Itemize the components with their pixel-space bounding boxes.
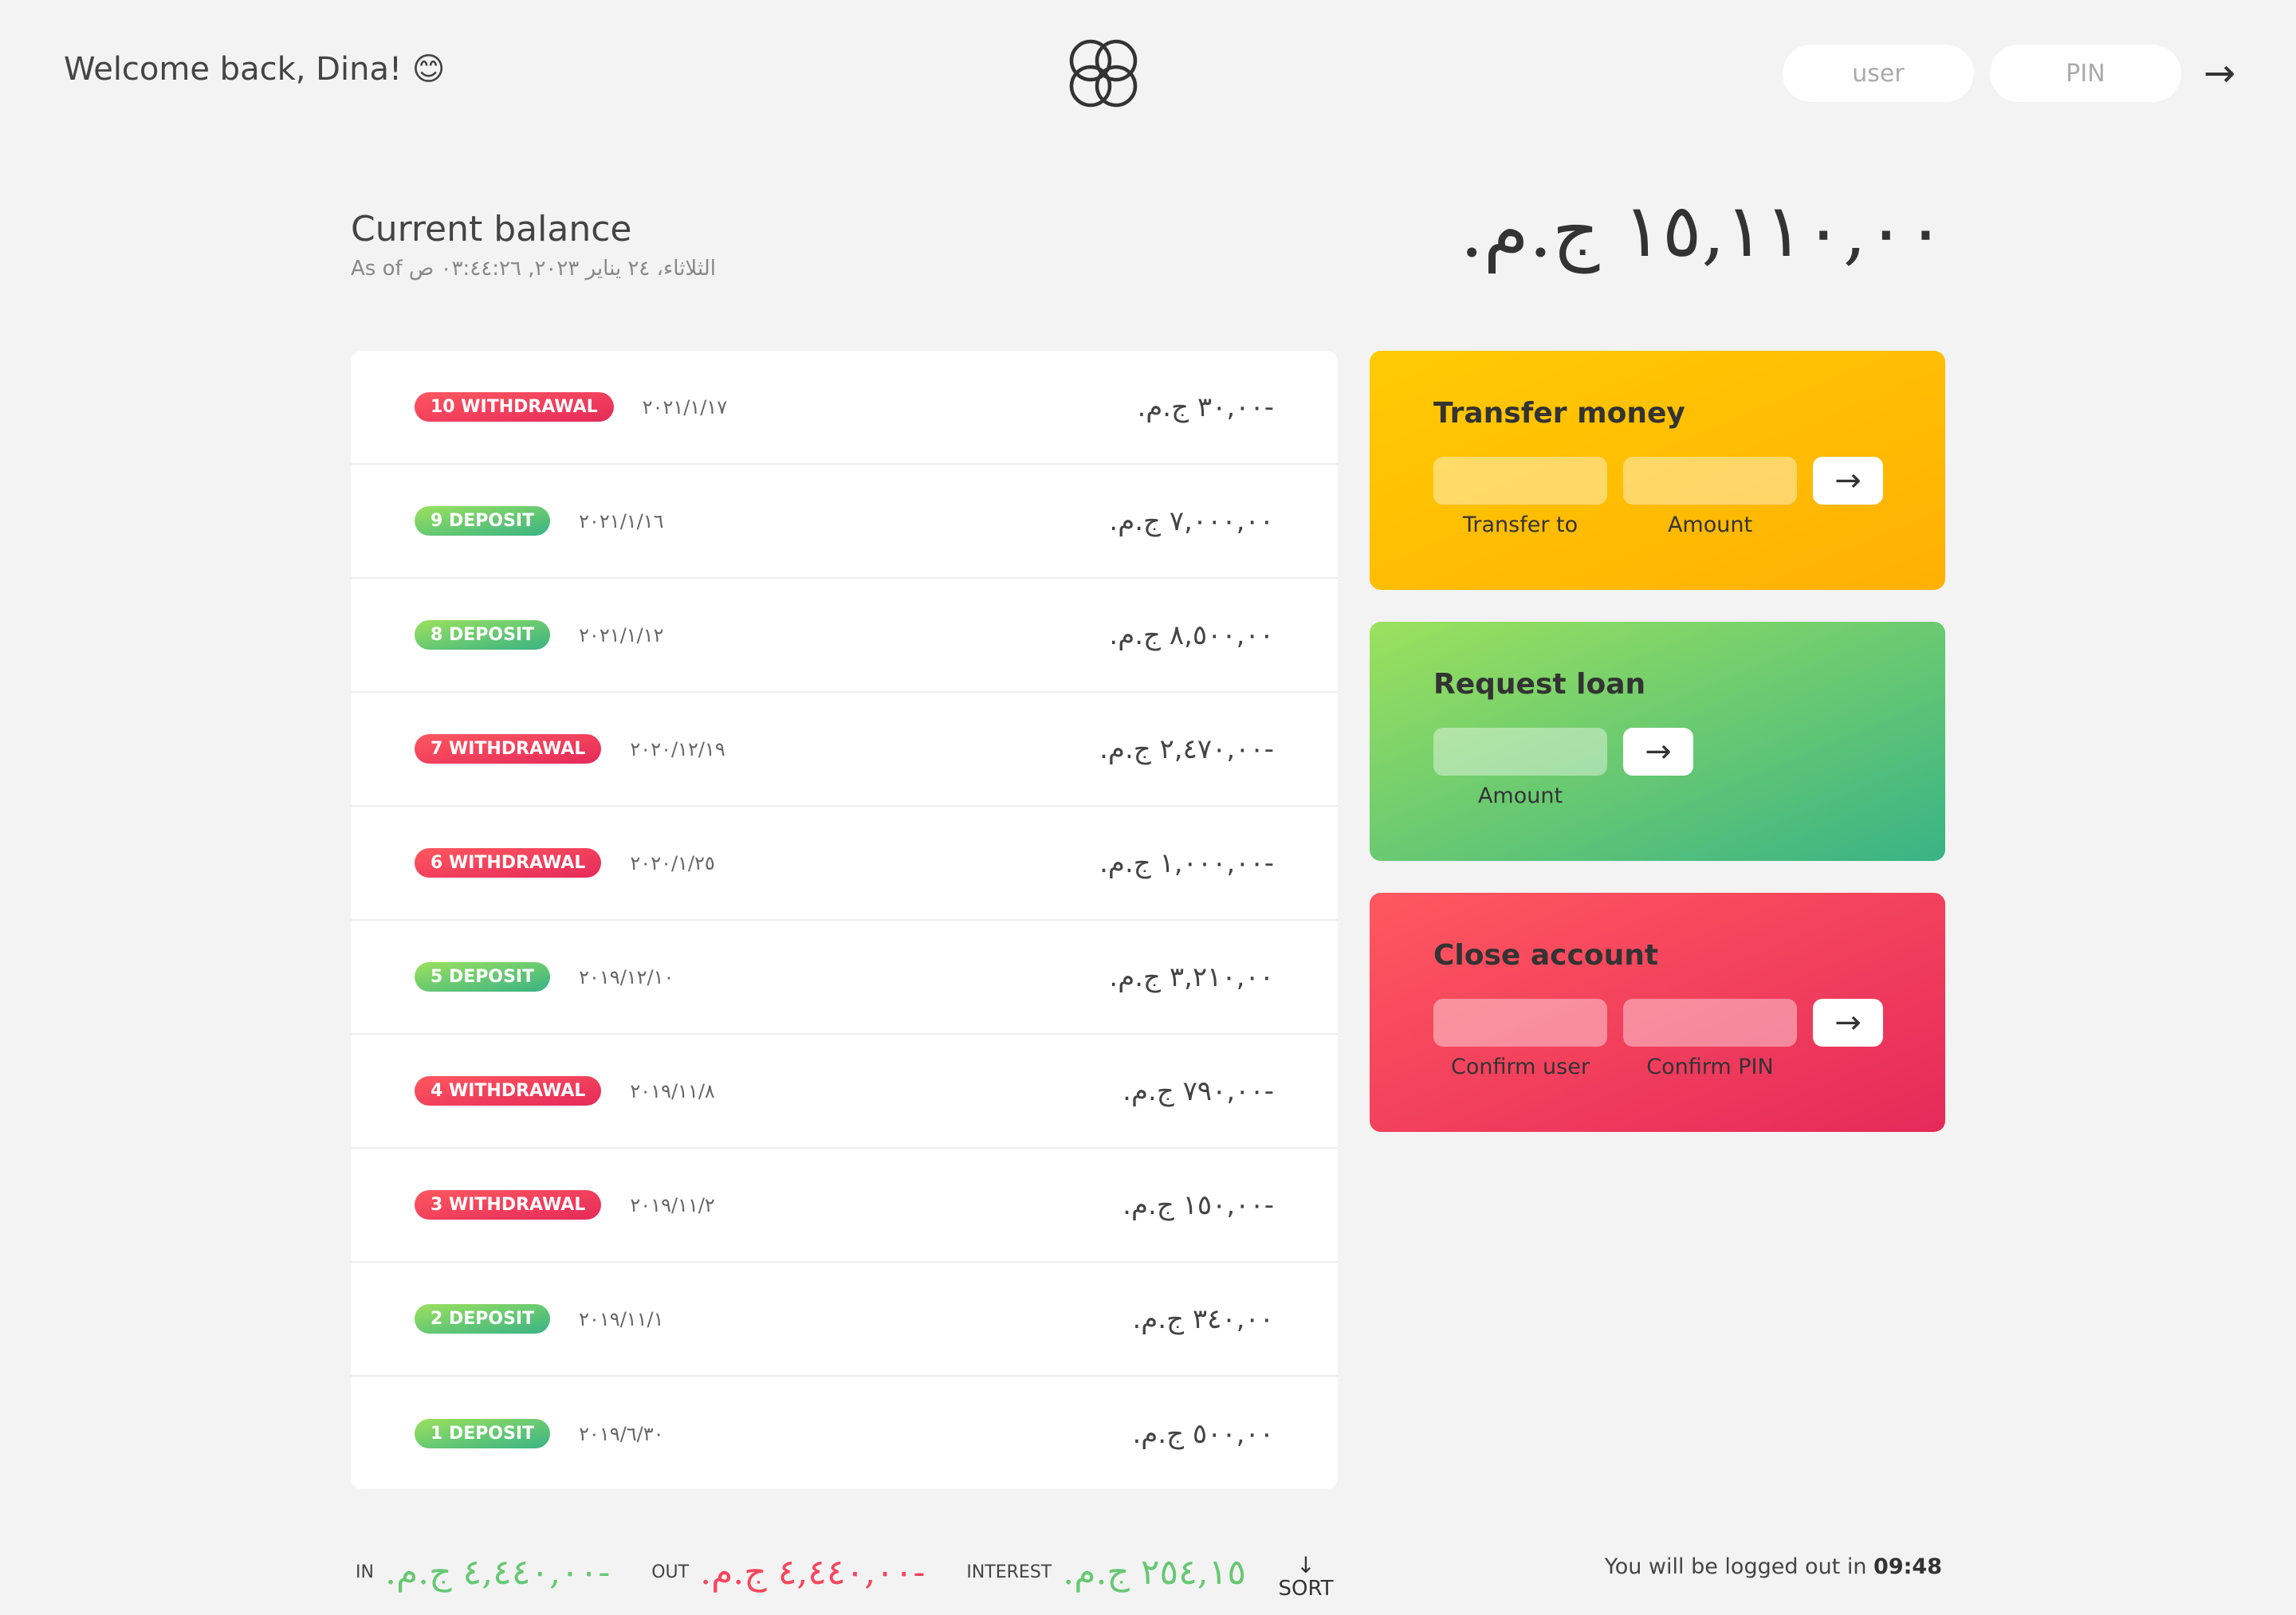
movement-date: ٢٠٢٠/١/٢٥ [630, 851, 715, 874]
logout-timer: You will be logged out in 09:48 [1605, 1554, 1942, 1579]
movement-row: 2 deposit ٢٠١٩/١١/١ ٣٤٠,٠٠ ج.م. [351, 1263, 1338, 1377]
logout-timer-text: You will be logged out in [1604, 1554, 1874, 1579]
summary-out-label: Out [651, 1562, 690, 1582]
movement-value: ٣,٢١٠,٠٠ ج.م. [1109, 961, 1274, 993]
movement-row: 3 withdrawal ٢٠١٩/١١/٢ -١٥٠,٠٠ ج.م. [351, 1149, 1338, 1263]
close-account-panel: Close account → Confirm user Confirm PIN [1370, 893, 1945, 1132]
movement-type-badge: 2 deposit [415, 1304, 551, 1334]
login-button[interactable]: → [2194, 48, 2245, 99]
movement-date: ٢٠٢١/١/١٢ [579, 623, 664, 646]
movement-value: ٥٠٠,٠٠ ج.م. [1132, 1417, 1274, 1450]
movement-date: ٢٠٢١/١/١٦ [579, 509, 664, 532]
sort-arrow-icon: ↓ [1296, 1552, 1315, 1578]
movement-type-badge: 9 deposit [415, 506, 551, 536]
balance-date: As of الثلاثاء، ٢٤ يناير ٢٠٢٣, ٠٣:٤٤:٢٦ … [351, 257, 716, 281]
movement-value: -٢,٤٧٠,٠٠ ج.م. [1099, 733, 1274, 765]
transfer-to-label: Transfer to [1462, 513, 1578, 537]
loan-title: Request loan [1433, 668, 1646, 701]
logout-timer-value: 09:48 [1873, 1554, 1942, 1579]
transfer-submit-button[interactable]: → [1813, 457, 1883, 505]
close-account-submit-button[interactable]: → [1813, 999, 1883, 1047]
login-user-input[interactable] [1783, 45, 1974, 102]
movement-type-badge: 7 withdrawal [415, 734, 602, 764]
login-pin-input[interactable] [1990, 45, 2181, 102]
summary-out-value: -٤,٤٤٠,٠٠ ج.م. [700, 1551, 926, 1593]
movement-date: ٢٠١٩/١٢/١٠ [579, 965, 674, 988]
confirm-user-input[interactable] [1433, 999, 1607, 1047]
movement-row: 9 deposit ٢٠٢١/١/١٦ ٧,٠٠٠,٠٠ ج.م. [351, 465, 1338, 579]
balance-value: ١٥,١١٠,٠٠ ج.م. [1460, 188, 1945, 273]
loan-amount-label: Amount [1477, 784, 1563, 808]
movement-row: 5 deposit ٢٠١٩/١٢/١٠ ٣,٢١٠,٠٠ ج.م. [351, 921, 1338, 1035]
movement-row: 8 deposit ٢٠٢١/١/١٢ ٨,٥٠٠,٠٠ ج.م. [351, 579, 1338, 693]
movement-type-badge: 10 withdrawal [415, 392, 614, 422]
movement-type-badge: 3 withdrawal [415, 1190, 602, 1220]
close-account-title: Close account [1433, 939, 1659, 972]
movement-type-badge: 8 deposit [415, 620, 551, 650]
transfer-amount-input[interactable] [1623, 457, 1797, 505]
summary-interest-value: ٢٥٤,١٥ ج.م. [1063, 1551, 1246, 1593]
movement-row: 7 withdrawal ٢٠٢٠/١٢/١٩ -٢,٤٧٠,٠٠ ج.م. [351, 693, 1338, 807]
movement-type-badge: 1 deposit [415, 1419, 551, 1448]
movement-date: ٢٠١٩/٦/٣٠ [579, 1422, 664, 1445]
transfer-form: → Transfer to Amount [1433, 457, 1883, 552]
movement-value: ٣٤٠,٠٠ ج.م. [1132, 1303, 1274, 1335]
movement-row: 4 withdrawal ٢٠١٩/١١/٨ -٧٩٠,٠٠ ج.م. [351, 1035, 1338, 1149]
movement-value: ٧,٠٠٠,٠٠ ج.م. [1109, 505, 1274, 537]
transfer-to-input[interactable] [1433, 457, 1607, 505]
movement-date: ٢٠١٩/١١/١ [579, 1307, 664, 1330]
transfer-title: Transfer money [1433, 397, 1685, 430]
summary-in-value: -٤,٤٤٠,٠٠ ج.م. [384, 1551, 611, 1593]
movement-value: -١٥٠,٠٠ ج.م. [1122, 1189, 1274, 1221]
loan-panel: Request loan → Amount [1370, 622, 1945, 861]
sort-button[interactable]: ↓ SORT [1274, 1554, 1338, 1601]
confirm-user-label: Confirm user [1451, 1055, 1590, 1079]
confirm-pin-input[interactable] [1623, 999, 1797, 1047]
balance-label: Current balance [351, 209, 632, 250]
movement-date: ٢٠١٩/١١/٢ [630, 1193, 715, 1216]
loan-form: → Amount [1433, 728, 1881, 823]
summary-interest-label: Interest [966, 1562, 1052, 1582]
close-account-form: → Confirm user Confirm PIN [1433, 999, 1883, 1094]
movement-row: 6 withdrawal ٢٠٢٠/١/٢٥ -١,٠٠٠,٠٠ ج.م. [351, 807, 1338, 921]
summary-bar: In -٤,٤٤٠,٠٠ ج.م. Out -٤,٤٤٠,٠٠ ج.م. Int… [356, 1548, 1288, 1596]
movement-row: 10 withdrawal ٢٠٢١/١/١٧ -٣٠,٠٠ ج.م. [351, 351, 1338, 465]
movement-value: ٨,٥٠٠,٠٠ ج.م. [1109, 619, 1274, 651]
movement-type-badge: 4 withdrawal [415, 1076, 602, 1106]
movement-date: ٢٠١٩/١١/٨ [630, 1079, 715, 1102]
movement-date: ٢٠٢٠/١٢/١٩ [630, 737, 725, 760]
movement-value: -٣٠,٠٠ ج.م. [1137, 391, 1274, 423]
summary-in-label: In [356, 1562, 374, 1582]
movements-list: 10 withdrawal ٢٠٢١/١/١٧ -٣٠,٠٠ ج.م. 9 de… [351, 351, 1338, 1489]
movement-value: -١,٠٠٠,٠٠ ج.م. [1099, 847, 1274, 879]
confirm-pin-label: Confirm PIN [1646, 1055, 1774, 1079]
transfer-panel: Transfer money → Transfer to Amount [1370, 351, 1945, 590]
loan-submit-button[interactable]: → [1623, 728, 1693, 776]
loan-amount-input[interactable] [1433, 728, 1607, 776]
movement-type-badge: 6 withdrawal [415, 848, 602, 878]
sort-label: SORT [1278, 1577, 1334, 1601]
transfer-amount-label: Amount [1667, 513, 1753, 537]
app-logo-icon [1069, 39, 1138, 108]
movement-value: -٧٩٠,٠٠ ج.م. [1122, 1075, 1274, 1107]
welcome-message: Welcome back, Dina! 😊 [64, 51, 446, 88]
movement-row: 1 deposit ٢٠١٩/٦/٣٠ ٥٠٠,٠٠ ج.م. [351, 1377, 1338, 1489]
movement-type-badge: 5 deposit [415, 962, 551, 992]
movement-date: ٢٠٢١/١/١٧ [642, 395, 728, 418]
